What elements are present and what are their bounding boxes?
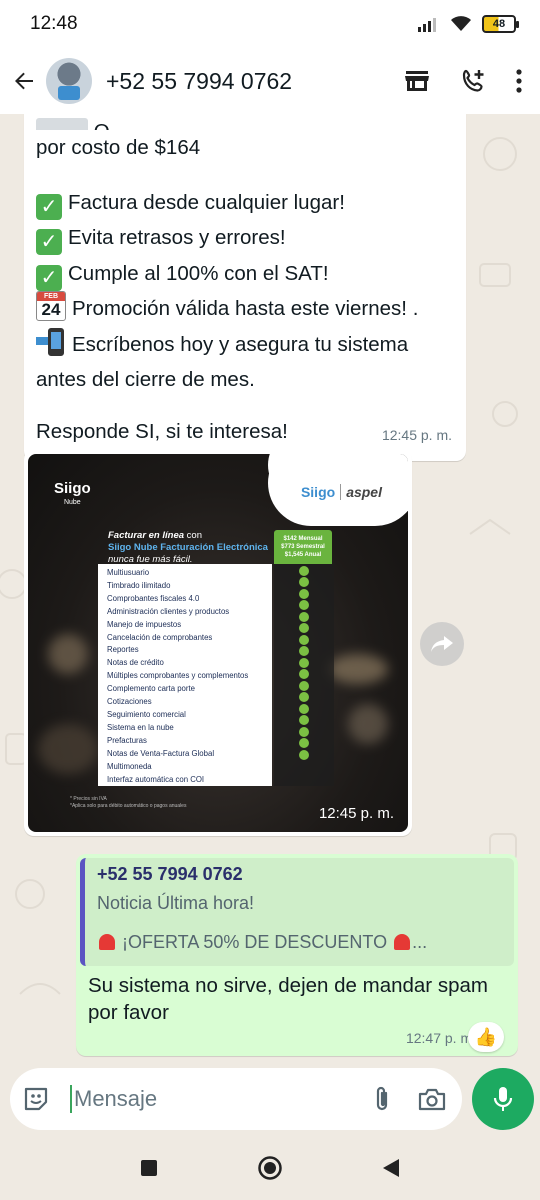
feature-check-icon [299,565,309,576]
message-line: ✓ Cumple al 100% con el SAT! [36,256,454,292]
forward-icon [431,636,453,652]
message-line: ✓ Factura desde cualquier lugar! [36,185,454,221]
microphone-icon [493,1087,513,1111]
camera-icon[interactable] [418,1087,446,1111]
feature-check-icon [299,634,309,645]
contact-name[interactable]: +52 55 7994 0762 [106,68,292,95]
arrow-left-icon [15,72,33,90]
feature-item: Interfaz automática con COI [107,774,205,784]
voice-message-button[interactable] [472,1068,534,1130]
message-text: Su sistema no sirve, dejen de mandar spa… [88,974,488,1024]
chat-header: +52 55 7994 0762 [0,48,540,114]
signal-icon [418,18,436,32]
promo-image[interactable]: Siigo Nube Siigo aspel Facturar en línea c… [28,454,408,832]
siigo-aspel-logo: Siigo aspel [300,484,382,500]
feature-check-icon [299,703,309,714]
feature-item: Múltiples comprobantes y complementos [107,671,249,681]
attach-icon[interactable] [372,1085,392,1113]
feature-check-icon [299,738,309,748]
feature-item: Multiusuario [107,568,150,577]
more-options-icon[interactable] [516,69,522,93]
chat-area[interactable]: Q... por costo de $164 ✓Factura desde cu… [0,114,540,1064]
feature-item: Complemento carta porte [107,684,195,694]
quote-sender: +52 55 7994 0762 [97,864,243,884]
message-line: por costo de $164 [36,136,201,159]
calendar-icon: 24 [36,291,66,321]
status-icons: 48 [418,15,519,33]
feature-check-icon [299,646,309,656]
check-mark-icon: ✓ [36,193,62,220]
back-button[interactable] [10,61,38,101]
recents-icon[interactable] [139,1158,159,1178]
feature-check-icon [299,577,309,587]
quote-offer: ¡OFERTA 50% DE DESCUENTO ... [97,932,504,953]
battery-icon: 48 [482,15,519,33]
outgoing-message[interactable]: +52 55 7994 0762 Noticia Última hora! ¡O… [76,854,518,1056]
message-time: 12:47 p. m. [405,1030,476,1046]
mobile-arrow-icon [36,327,66,357]
siren-icon [394,934,411,950]
image-time: 12:45 p. m. [318,805,394,822]
feature-check-icon [299,692,309,702]
forward-button[interactable] [420,622,464,666]
feature-check-icon [299,680,309,691]
feature-check-icon [299,623,309,633]
feature-item: Administración clientes y productos [107,606,230,616]
add-call-icon[interactable] [460,68,486,94]
incoming-message[interactable]: Q... por costo de $164 ✓Factura desde cu… [24,114,466,461]
message-line: antes del cierre de mes. [36,368,255,391]
feature-check-icon [299,657,309,668]
message-line: ✓ Evita retrasos y errores! [36,220,454,256]
feature-check-icon [299,588,309,599]
message-line: 24Promoción válida hasta este viernes! . [36,291,454,327]
feature-item: Cotizaciones [107,697,152,707]
status-time: 12:48 [30,13,78,34]
quoted-message[interactable]: +52 55 7994 0762 Noticia Última hora! ¡O… [80,858,514,966]
home-icon[interactable] [257,1155,283,1181]
feature-item: Manejo de impuestos [107,619,182,629]
sticker-icon[interactable] [22,1085,50,1113]
siren-icon [99,934,115,950]
cut-line: Q... [36,118,454,130]
feature-check-icon [299,611,309,622]
feature-item: Seguimiento comercial [107,709,186,719]
feature-item: Comprobantes fiscales 4.0 [107,593,200,603]
feature-check-icon [299,715,309,725]
image-message[interactable]: Siigo Nube Siigo aspel Facturar en línea c… [24,450,412,836]
check-mark-icon: ✓ [36,229,62,255]
siigo-logo: Siigo Nube [54,480,91,506]
back-nav-icon[interactable] [381,1157,401,1179]
status-bar: 12:48 48 [0,0,540,48]
feature-check-icon [299,669,309,679]
emoji-icon [36,118,88,130]
feature-check-icon [299,726,309,737]
feature-check-icon [299,749,309,760]
reaction-badge[interactable]: 👍 [468,1022,504,1052]
battery-level: 48 [492,18,506,30]
feature-check-icon [299,600,309,610]
feature-item: Sistema en la nube [107,722,174,732]
feature-item: Multimoneda [107,761,152,771]
check-mark-icon: ✓ [36,264,62,291]
message-composer[interactable]: Mensaje [10,1068,462,1130]
feature-item: Notas de crédito [107,658,164,668]
quote-text: Noticia Última hora! [97,893,255,913]
feature-item: Reportes [107,645,139,655]
message-line: Escríbenos hoy y asegura tu sistema [36,327,454,363]
feature-table: Multiusuario Timbrado ilimitado Comprobant… [98,564,334,786]
feature-item: Cancelación de comprobantes [107,632,213,642]
price-badge: $142 Mensual $773 Semestral $1,545 Anual [274,530,332,564]
wifi-icon [451,16,471,31]
avatar[interactable] [46,58,92,104]
storefront-icon[interactable] [404,69,430,93]
feature-item: Notas de Venta-Factura Global [107,748,215,758]
promo-headline: Facturar en línea con Siigo Nube Factura… [108,530,268,565]
message-input[interactable]: Mensaje [70,1085,157,1113]
system-nav-bar [0,1136,540,1200]
message-time: 12:45 p. m. [381,426,452,443]
feature-item: Prefacturas [107,735,147,745]
fineprint: * Precios sin IVA *Aplica solo para débit… [70,796,187,809]
feature-item: Timbrado ilimitado [107,580,171,590]
